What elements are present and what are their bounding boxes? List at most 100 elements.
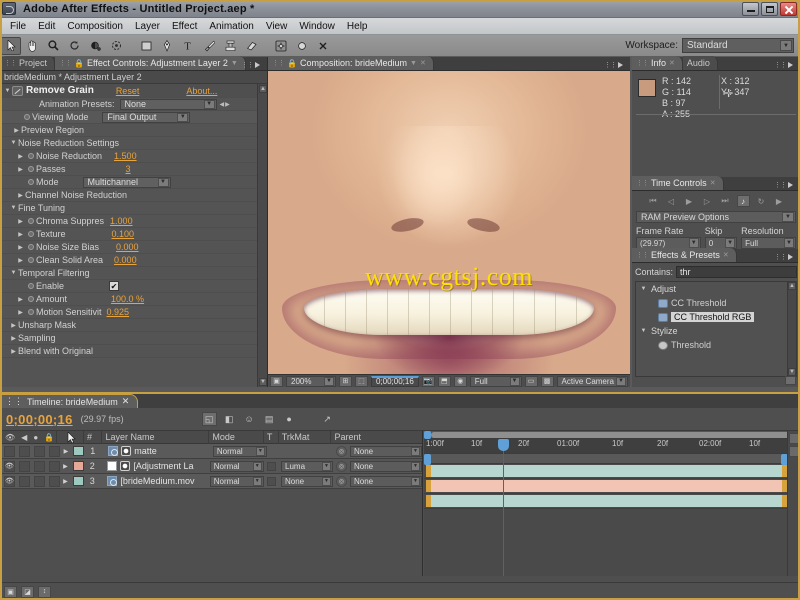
mask-tool[interactable] xyxy=(106,37,126,55)
chevron-down-icon[interactable]: ▼ xyxy=(231,60,238,67)
hand-tool[interactable] xyxy=(22,37,42,55)
layer-bar-row[interactable] xyxy=(424,464,800,479)
twirl-right-icon[interactable]: ▶ xyxy=(16,257,25,264)
tab-audio[interactable]: Audio xyxy=(682,56,718,70)
property-passes[interactable]: ▶ Passes 3 xyxy=(0,163,267,176)
twirl-right-icon[interactable]: ▶ xyxy=(9,348,18,355)
mode-dropdown[interactable]: Multichannel ▼ xyxy=(82,176,171,188)
column-header-number[interactable]: # xyxy=(84,430,103,444)
menu-item-composition[interactable]: Composition xyxy=(61,20,129,33)
stopwatch-icon[interactable] xyxy=(25,179,36,185)
layer-parent-cell[interactable]: ◎ None ▼ xyxy=(333,444,422,459)
current-timecode[interactable]: 0;00;00;16 xyxy=(370,375,419,387)
twirl-down-icon[interactable]: ▼ xyxy=(9,270,18,276)
eye-icon[interactable] xyxy=(4,445,15,457)
column-header-mode[interactable]: Mode xyxy=(209,430,264,444)
tab-effects-presets[interactable]: ⋮⋮ Effects & Presets ✕ xyxy=(632,248,737,262)
resolution-dropdown[interactable]: Full ▼ xyxy=(741,237,796,249)
preserve-transparency-icon[interactable] xyxy=(266,461,276,471)
lock-icon[interactable] xyxy=(49,475,60,487)
scroll-up-icon[interactable]: ▲ xyxy=(788,282,796,290)
region-of-interest-icon[interactable]: ⬚ xyxy=(354,375,368,387)
stopwatch-icon[interactable] xyxy=(25,153,36,159)
ram-preview-options-dropdown[interactable]: RAM Preview Options ▼ xyxy=(636,211,796,223)
group-noise-reduction-settings[interactable]: ▼ Noise Reduction Settings xyxy=(0,137,267,150)
brush-tool[interactable] xyxy=(199,37,219,55)
scroll-down-icon[interactable]: ▼ xyxy=(788,368,796,376)
layer-bar-row[interactable] xyxy=(424,479,800,494)
timeline-work-area-band[interactable] xyxy=(424,453,800,465)
motion-blur-button[interactable]: ● xyxy=(282,412,297,426)
panel-menu-button[interactable]: ⋮⋮ xyxy=(774,253,797,261)
tab-composition[interactable]: ⋮⋮ 🔒 Composition: brideMedium ▼ ✕ xyxy=(268,56,434,70)
menu-item-view[interactable]: View xyxy=(260,20,294,33)
twirl-right-icon[interactable]: ▶ xyxy=(16,244,25,251)
effects-list-scrollbar[interactable]: ▲ ▼ xyxy=(787,282,796,376)
trkmat-dropdown[interactable]: Luma ▼ xyxy=(281,460,333,472)
property-noise-size-bias[interactable]: ▶ Noise Size Bias 0.000 xyxy=(0,241,267,254)
property-value[interactable]: 0.100 xyxy=(112,229,135,239)
group-channel-noise-reduction[interactable]: ▶ Channel Noise Reduction xyxy=(0,189,267,202)
layer-duration-bar[interactable] xyxy=(426,495,787,507)
next-frame-button[interactable]: ▷ xyxy=(701,195,714,207)
stopwatch-icon[interactable] xyxy=(25,296,36,302)
eye-icon[interactable]: 👁 xyxy=(4,475,15,487)
stopwatch-icon[interactable] xyxy=(25,244,36,250)
column-header-t[interactable]: T xyxy=(264,430,279,444)
layer-mode-cell[interactable]: Normal ▼ xyxy=(207,459,264,474)
solo-icon[interactable] xyxy=(34,460,45,472)
twirl-right-icon[interactable]: ▶ xyxy=(12,127,21,134)
chevron-down-icon[interactable]: ▼ xyxy=(410,60,417,67)
lock-icon[interactable]: 🔒 xyxy=(74,59,84,68)
current-time-indicator[interactable] xyxy=(498,439,509,451)
menu-item-file[interactable]: File xyxy=(4,20,32,33)
property-mode[interactable]: Mode Multichannel ▼ xyxy=(0,176,267,189)
twirl-right-icon[interactable]: ▶ xyxy=(63,463,68,470)
twirl-right-icon[interactable]: ▶ xyxy=(9,335,18,342)
workspace-dropdown[interactable]: Standard ▼ xyxy=(682,38,794,53)
snapshot-icon[interactable]: 📷 xyxy=(421,375,435,387)
twirl-right-icon[interactable]: ▶ xyxy=(16,231,25,238)
about-link[interactable]: About... xyxy=(186,86,217,96)
twirl-down-icon[interactable]: ▼ xyxy=(639,328,648,334)
frame-blending-button[interactable]: ▤ xyxy=(262,412,277,426)
menu-item-window[interactable]: Window xyxy=(293,20,341,33)
layer-name-cell[interactable]: [Adjustment La xyxy=(104,459,206,474)
property-enable[interactable]: Enable ✔ xyxy=(0,280,267,293)
layer-mode-cell[interactable]: Normal ▼ xyxy=(207,474,264,489)
selection-tool[interactable] xyxy=(1,36,21,55)
stopwatch-icon[interactable] xyxy=(25,283,36,289)
twirl-down-icon[interactable]: ▼ xyxy=(639,286,648,292)
bar-in-point-handle[interactable] xyxy=(426,495,431,507)
effect-controls-scrollbar[interactable]: ▲ ▼ xyxy=(257,84,267,387)
stopwatch-icon[interactable] xyxy=(25,231,36,237)
group-sampling[interactable]: ▶ Sampling xyxy=(0,332,267,345)
new-folder-icon[interactable] xyxy=(785,376,796,385)
group-blend-with-original[interactable]: ▶ Blend with Original xyxy=(0,345,267,358)
property-amount[interactable]: ▶ Amount 100.0 % xyxy=(0,293,267,306)
twirl-right-icon[interactable]: ▶ xyxy=(16,153,25,160)
layer-t-cell[interactable] xyxy=(267,444,281,459)
camera-view-dropdown[interactable]: Active Camera ▼ xyxy=(556,375,628,387)
tab-time-controls[interactable]: ⋮⋮ Time Controls ✕ xyxy=(632,176,724,190)
layer-trkmat-cell[interactable]: Luma ▼ xyxy=(278,459,333,474)
viewing-mode-dropdown[interactable]: Final Output ▼ xyxy=(102,111,191,123)
timeline-zoom-scrollbar[interactable] xyxy=(424,431,800,439)
parent-dropdown[interactable]: None ▼ xyxy=(350,475,422,487)
ram-preview-button[interactable]: ▶ xyxy=(773,195,786,207)
clone-stamp-tool[interactable] xyxy=(220,37,240,55)
stopwatch-icon[interactable] xyxy=(25,166,36,172)
property-value[interactable]: 0.000 xyxy=(116,242,139,252)
effect-header-remove-grain[interactable]: ▼ Remove Grain Reset About... xyxy=(0,84,267,98)
reset-link[interactable]: Reset xyxy=(116,86,140,96)
maximize-icon[interactable] xyxy=(761,1,778,16)
parent-dropdown[interactable]: None ▼ xyxy=(350,460,422,472)
scroll-up-icon[interactable]: ▲ xyxy=(259,85,267,93)
close-icon[interactable]: ✕ xyxy=(723,251,729,259)
twirl-right-icon[interactable]: ▶ xyxy=(16,166,25,173)
menu-item-help[interactable]: Help xyxy=(341,20,374,33)
comp-renderer-icon[interactable] xyxy=(788,446,800,457)
property-noise-reduction[interactable]: ▶ Noise Reduction 1.500 xyxy=(0,150,267,163)
close-icon[interactable]: ✕ xyxy=(710,179,716,187)
audio-icon[interactable] xyxy=(19,460,30,472)
